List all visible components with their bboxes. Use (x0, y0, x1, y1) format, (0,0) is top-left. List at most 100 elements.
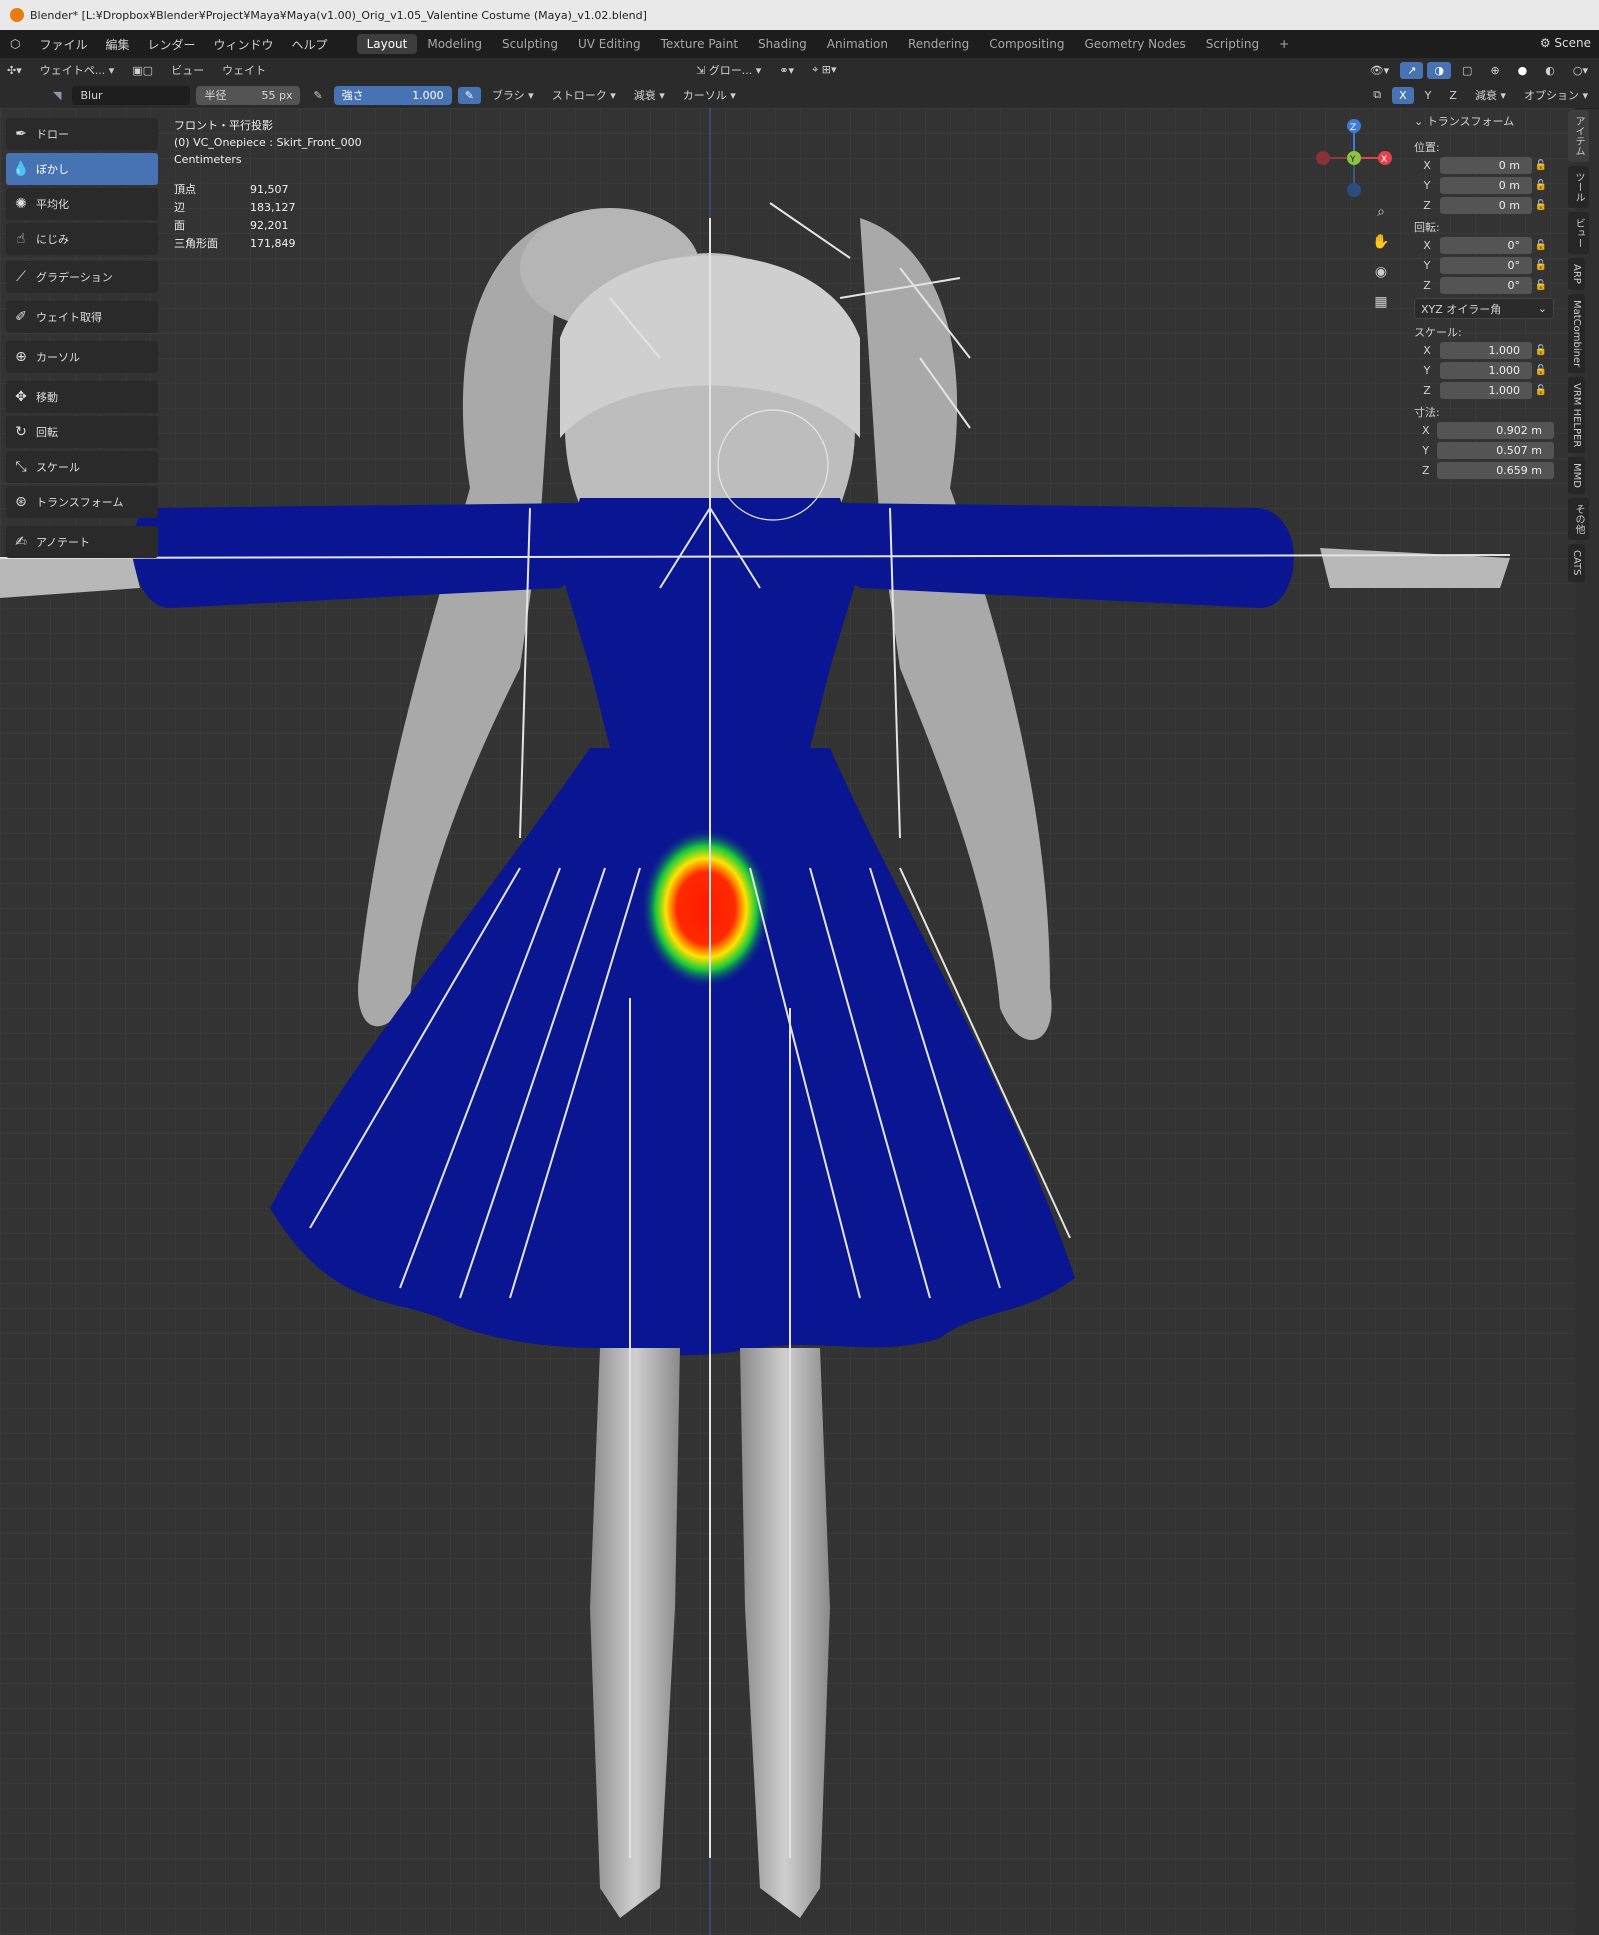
tool-rotate[interactable]: ↻ 回転 (6, 416, 158, 448)
tab-compositing[interactable]: Compositing (979, 34, 1074, 54)
tab-shading[interactable]: Shading (748, 34, 817, 54)
tab-layout[interactable]: Layout (356, 34, 418, 54)
lock-icon[interactable]: 🔓 (1532, 365, 1550, 376)
tab-scripting[interactable]: Scripting (1196, 34, 1269, 54)
menu-help[interactable]: ヘルプ (283, 36, 337, 53)
field-value[interactable]: 0.507 m (1437, 441, 1554, 459)
mirror-y-toggle[interactable]: Y (1418, 87, 1439, 104)
dimensions-z-field[interactable]: Z 0.659 m (1414, 461, 1554, 479)
menu-render[interactable]: レンダー (139, 36, 205, 53)
symmetry-icon[interactable]: ⧉ (1366, 86, 1388, 104)
tool-smear[interactable]: ☝ にじみ (6, 223, 158, 255)
rotation-x-field[interactable]: X 0° 🔓 (1414, 236, 1554, 254)
tab-matcombiner[interactable]: MatCombiner (1568, 293, 1585, 374)
menu-file[interactable]: ファイル (30, 36, 96, 53)
field-value[interactable]: 0 m (1440, 176, 1532, 194)
tool-draw[interactable]: ✒ ドロー (6, 118, 158, 150)
brush-menu[interactable]: ブラシ ▾ (485, 85, 541, 105)
tool-cursor[interactable]: ⊕ カーソル (6, 341, 158, 373)
scene-selector[interactable]: ⚙ Scene (1540, 36, 1591, 50)
transform-panel-header[interactable]: ⌄ トランスフォーム (1414, 108, 1554, 134)
scale-z-field[interactable]: Z 1.000 🔓 (1414, 381, 1554, 399)
radius-slider[interactable]: 半径 55 px (196, 85, 301, 105)
field-value[interactable]: 1.000 (1440, 341, 1532, 359)
tab-tool[interactable]: ツール (1568, 166, 1589, 208)
tab-mmd[interactable]: MMD (1568, 457, 1585, 495)
field-value[interactable]: 0° (1440, 276, 1532, 294)
tool-sample-weight[interactable]: ✐ ウェイト取得 (6, 301, 158, 333)
tab-rendering[interactable]: Rendering (898, 34, 979, 54)
brush-icon[interactable]: ◥ (46, 87, 68, 104)
location-z-field[interactable]: Z 0 m 🔓 (1414, 196, 1554, 214)
rotation-mode-select[interactable]: XYZ オイラー角 ⌄ (1414, 298, 1554, 319)
field-value[interactable]: 1.000 (1440, 361, 1532, 379)
mirror-z-toggle[interactable]: Z (1442, 87, 1464, 104)
gizmo-toggle-icon[interactable]: ↗ (1400, 61, 1424, 79)
stroke-menu[interactable]: ストローク ▾ (545, 85, 623, 105)
xray-icon[interactable]: ▢ (1455, 62, 1479, 79)
strength-pressure-icon[interactable]: ✎ (457, 86, 481, 104)
tab-item[interactable]: アイテム (1568, 110, 1589, 162)
overlay-toggle-icon[interactable]: ◑ (1427, 61, 1452, 79)
tab-other[interactable]: その他 (1568, 498, 1589, 541)
tab-texture-paint[interactable]: Texture Paint (651, 34, 748, 54)
location-y-field[interactable]: Y 0 m 🔓 (1414, 176, 1554, 194)
tab-uv-editing[interactable]: UV Editing (568, 34, 651, 54)
editor-type-icon[interactable]: ✣▾ (0, 62, 29, 79)
tab-geometry-nodes[interactable]: Geometry Nodes (1074, 34, 1195, 54)
tab-vrm-helper[interactable]: VRM HELPER (1568, 377, 1585, 454)
falloff-menu[interactable]: 減衰 ▾ (627, 85, 672, 105)
right-falloff-menu[interactable]: 減衰 ▾ (1468, 85, 1513, 105)
menu-edit[interactable]: 編集 (97, 36, 139, 53)
tab-sculpting[interactable]: Sculpting (492, 34, 568, 54)
grid-perspective-icon[interactable]: ▦ (1369, 290, 1393, 314)
snap-icon[interactable]: ⌖ ⊞▾ (805, 61, 843, 79)
transform-orientation-selector[interactable]: ⇲ グロー... ▾ (689, 60, 768, 80)
tab-arp[interactable]: ARP (1568, 258, 1585, 290)
tab-animation[interactable]: Animation (817, 34, 898, 54)
camera-icon[interactable]: ◉ (1369, 260, 1393, 284)
tab-view[interactable]: ビュー (1568, 212, 1589, 254)
select-mode-icon[interactable]: ▣▢ (125, 62, 160, 79)
zoom-icon[interactable]: ⌕ (1369, 200, 1393, 224)
dimensions-x-field[interactable]: X 0.902 m (1414, 421, 1554, 439)
field-value[interactable]: 0.902 m (1437, 421, 1554, 439)
options-menu[interactable]: オプション ▾ (1517, 85, 1595, 105)
visibility-icon[interactable]: 👁▾ (1363, 62, 1397, 79)
lock-icon[interactable]: 🔓 (1532, 280, 1550, 291)
shading-solid-icon[interactable]: ● (1511, 62, 1535, 79)
scale-x-field[interactable]: X 1.000 🔓 (1414, 341, 1554, 359)
strength-slider[interactable]: 強さ 1.000 (333, 85, 452, 105)
cursor-menu[interactable]: カーソル ▾ (676, 85, 743, 105)
menu-weights[interactable]: ウェイト (215, 60, 273, 80)
tab-modeling[interactable]: Modeling (417, 34, 492, 54)
rotation-y-field[interactable]: Y 0° 🔓 (1414, 256, 1554, 274)
blender-menu-icon[interactable]: ⬡ (0, 37, 30, 51)
lock-icon[interactable]: 🔓 (1532, 160, 1550, 171)
rotation-z-field[interactable]: Z 0° 🔓 (1414, 276, 1554, 294)
field-value[interactable]: 0° (1440, 236, 1532, 254)
brush-name-field[interactable]: Blur (72, 85, 191, 105)
3d-viewport[interactable]: Z X Y ⌕ ✋ ◉ ▦ (0, 108, 1575, 1935)
pan-hand-icon[interactable]: ✋ (1369, 230, 1393, 254)
field-value[interactable]: 0° (1440, 256, 1532, 274)
field-value[interactable]: 1.000 (1440, 381, 1532, 399)
shading-material-icon[interactable]: ◐ (1538, 62, 1562, 79)
shading-rendered-icon[interactable]: ○▾ (1566, 62, 1595, 79)
location-x-field[interactable]: X 0 m 🔓 (1414, 156, 1554, 174)
field-value[interactable]: 0.659 m (1437, 461, 1554, 479)
tab-cats[interactable]: CATS (1568, 544, 1585, 582)
lock-icon[interactable]: 🔓 (1532, 345, 1550, 356)
add-workspace-button[interactable]: + (1269, 34, 1299, 54)
dimensions-y-field[interactable]: Y 0.507 m (1414, 441, 1554, 459)
shading-wireframe-icon[interactable]: ⊕ (1483, 62, 1506, 79)
tool-move[interactable]: ✥ 移動 (6, 381, 158, 413)
pivot-icon[interactable]: ⚭▾ (772, 62, 801, 79)
scale-y-field[interactable]: Y 1.000 🔓 (1414, 361, 1554, 379)
tool-average[interactable]: ✺ 平均化 (6, 188, 158, 220)
tool-scale[interactable]: ⤡ スケール (6, 451, 158, 483)
field-value[interactable]: 0 m (1440, 196, 1532, 214)
menu-view[interactable]: ビュー (164, 60, 211, 80)
lock-icon[interactable]: 🔓 (1532, 260, 1550, 271)
lock-icon[interactable]: 🔓 (1532, 385, 1550, 396)
